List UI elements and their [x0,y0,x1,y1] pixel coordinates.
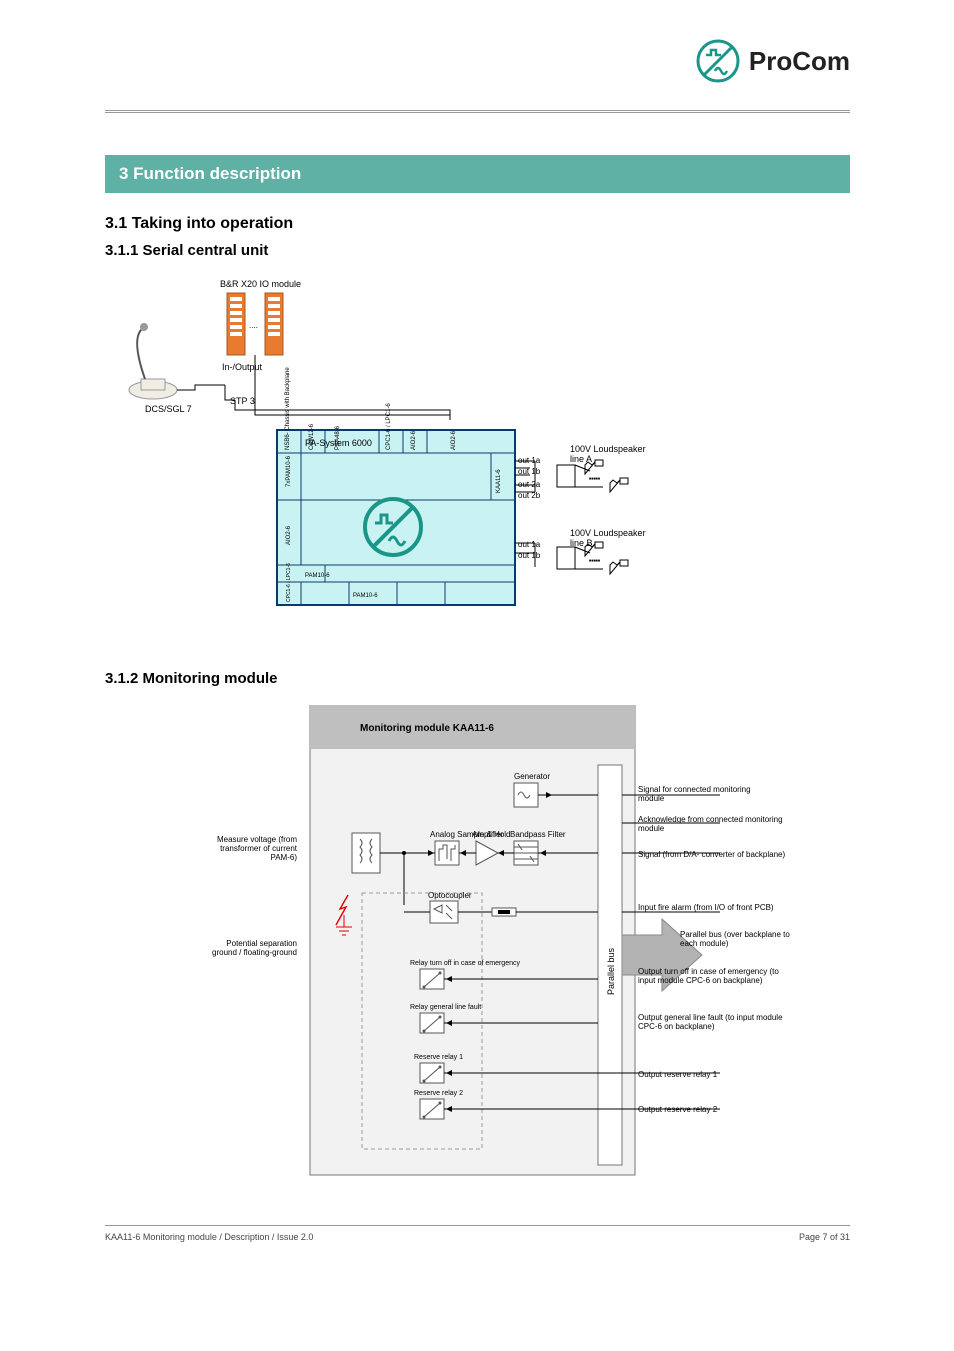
footer-divider [105,1225,850,1226]
svg-text:out 1a: out 1a [518,540,541,549]
svg-text:CPC1-6 / LPC1-6: CPC1-6 / LPC1-6 [286,563,292,602]
label-mic: DCS/SGL 7 [145,405,192,415]
label-res1: Output reserve relay 1 [638,1070,758,1079]
label-bus-note: Parallel bus (over backplane to each mod… [680,930,790,948]
header-divider [105,110,850,116]
svg-text:CSW12-6: CSW12-6 [309,423,315,450]
diagram-monitoring-module: Measure voltage (from transformer of cur… [300,705,780,1195]
svg-text:Reserve relay 1: Reserve relay 1 [414,1054,463,1061]
page-footer: KAA11-6 Monitoring module / Description … [105,1232,850,1242]
svg-text:NSB6- Chassis with Backplane: NSB6- Chassis with Backplane [285,367,291,450]
subheading-3-1: 3.1 Taking into operation [105,215,293,233]
label-io: In-/Output [222,363,262,373]
svg-text:PAM10-6: PAM10-6 [305,573,330,579]
label-line-a: 100V Loudspeaker line A [570,445,658,465]
logo: ProCom [695,38,850,84]
label-stp3: STP 3 [230,397,255,407]
footer-left: KAA11-6 Monitoring module / Description … [105,1232,313,1242]
svg-text:.....: ..... [589,472,600,481]
microphone-icon [129,323,177,399]
svg-text:....: .... [249,321,258,330]
logo-text: ProCom [749,46,850,77]
label-ack-mon: Acknowledge from connected monitoring mo… [638,815,783,833]
svg-text:Optocoupler: Optocoupler [428,891,472,900]
label-io-module: B&R X20 IO module [220,280,301,290]
label-linefault: Output general line fault (to input modu… [638,1013,788,1031]
svg-text:Parallel bus: Parallel bus [606,947,616,995]
svg-text:PAM10-6: PAM10-6 [353,593,378,599]
svg-text:AIO2-6: AIO2-6 [411,430,417,450]
svg-text:AIO2-6: AIO2-6 [286,525,292,545]
svg-text:Monitoring module KAA11-6: Monitoring module KAA11-6 [360,723,494,734]
procom-icon [695,38,741,84]
label-line-b: 100V Loudspeaker line B [570,529,658,549]
subheading-3-1-2: 3.1.2 Monitoring module [105,670,278,687]
svg-text:AIO2-6: AIO2-6 [451,430,457,450]
svg-text:out 1b: out 1b [518,551,541,560]
footer-right: Page 7 of 31 [799,1232,850,1242]
svg-text:Amplifier: Amplifier [472,830,503,839]
label-signal-mon: Signal for connected monitoring module [638,785,778,803]
svg-text:Bandpass Filter: Bandpass Filter [510,830,566,839]
label-voltage: Measure voltage (from transformer of cur… [205,835,297,863]
diagram-serial-central-unit: DCS/SGL 7 B&R X20 IO module In-/Output S… [105,275,665,645]
label-res2: Output reserve relay 2 [638,1105,758,1114]
label-turnoff: Output turn off in case of emergency (to… [638,967,790,985]
svg-text:Relay turn off in case of emer: Relay turn off in case of emergency [410,960,520,967]
svg-text:KAA11-6: KAA11-6 [496,469,502,493]
label-da: Signal (from D/A- converter of backplane… [638,850,788,859]
svg-text:Reserve relay 2: Reserve relay 2 [414,1090,463,1097]
label-pot-sep: Potential separation ground / floating-g… [205,939,297,957]
svg-text:7xPAM10-6: 7xPAM10-6 [286,455,292,487]
svg-text:.....: ..... [589,554,600,563]
svg-text:Generator: Generator [514,772,550,781]
svg-text:Relay general line fault: Relay general line fault [410,1004,481,1011]
svg-text:PSA48-6: PSA48-6 [335,425,341,450]
label-fire-in: Input fire alarm (from I/O of front PCB) [638,903,783,912]
svg-text:CPC1-6 / LPC1-6: CPC1-6 / LPC1-6 [386,403,392,450]
section-heading: 3 Function description [105,155,850,193]
subheading-3-1-1: 3.1.1 Serial central unit [105,242,268,259]
